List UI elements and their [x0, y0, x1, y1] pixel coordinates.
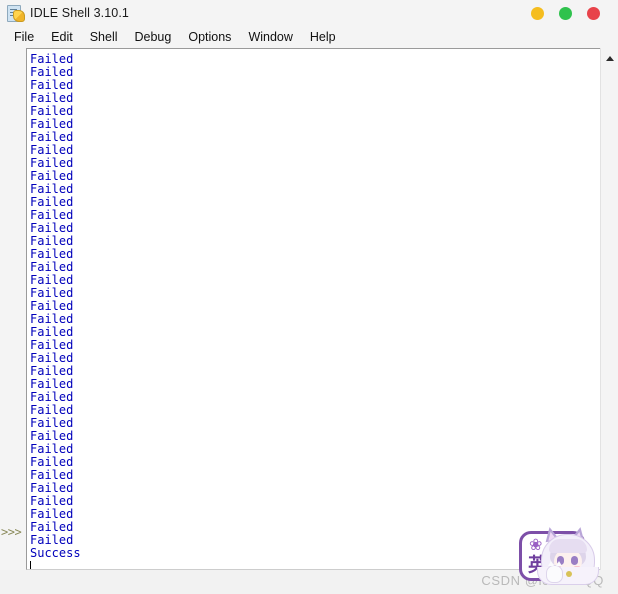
- title-bar: IDLE Shell 3.10.1: [0, 0, 618, 26]
- text-caret: [30, 561, 31, 569]
- shell-output-line: Success: [30, 546, 81, 560]
- icon-python-shape: [13, 10, 25, 22]
- shell-output-line: Failed: [30, 143, 74, 157]
- menu-item-window[interactable]: Window: [240, 28, 301, 46]
- shell-output: Failed Failed Failed Failed Failed Failed Fail…: [27, 49, 600, 560]
- shell-output-line: Failed: [30, 117, 74, 131]
- scroll-up-arrow-icon[interactable]: [601, 50, 618, 67]
- menu-bar: File Edit Shell Debug Options Window Hel…: [0, 26, 618, 48]
- avatar-bangs: [549, 539, 587, 553]
- window-title: IDLE Shell 3.10.1: [30, 6, 129, 20]
- shell-output-line: Failed: [30, 247, 74, 261]
- shell-output-line: Failed: [30, 390, 74, 404]
- shell-output-line: Failed: [30, 507, 74, 521]
- shell-output-line: Failed: [30, 78, 74, 92]
- shell-output-line: Failed: [30, 403, 74, 417]
- shell-output-line: Failed: [30, 468, 74, 482]
- shell-output-line: Failed: [30, 429, 74, 443]
- menu-item-debug[interactable]: Debug: [127, 28, 181, 46]
- shell-input-line[interactable]: [27, 560, 600, 569]
- shell-output-line: Failed: [30, 494, 74, 508]
- menu-item-shell[interactable]: Shell: [82, 28, 127, 46]
- shell-output-line: Failed: [30, 312, 74, 326]
- shell-output-line: Failed: [30, 52, 74, 66]
- shell-output-line: Failed: [30, 130, 74, 144]
- shell-output-line: Failed: [30, 104, 74, 118]
- shell-output-line: Failed: [30, 65, 74, 79]
- shell-output-line: Failed: [30, 416, 74, 430]
- shell-output-line: Failed: [30, 377, 74, 391]
- shell-output-line: Failed: [30, 156, 74, 170]
- shell-output-line: Failed: [30, 325, 74, 339]
- menu-item-edit[interactable]: Edit: [43, 28, 82, 46]
- minimize-button[interactable]: [531, 6, 544, 20]
- shell-output-line: Failed: [30, 520, 74, 534]
- shell-output-line: Failed: [30, 169, 74, 183]
- idle-shell-window: IDLE Shell 3.10.1 File Edit Shell Debug …: [0, 0, 618, 594]
- shell-output-line: Failed: [30, 260, 74, 274]
- chevron-up-icon: [605, 56, 614, 61]
- python-file-icon: [6, 4, 25, 22]
- close-button[interactable]: [587, 6, 600, 20]
- shell-text-area[interactable]: Failed Failed Failed Failed Failed Failed Fail…: [26, 48, 600, 570]
- avatar-eye-right: [571, 556, 578, 565]
- avatar-brooch: [566, 571, 572, 577]
- shell-output-line: Failed: [30, 338, 74, 352]
- shell-prompt: >>>: [1, 525, 22, 539]
- window-controls: [531, 0, 600, 26]
- shell-output-line: Failed: [30, 442, 74, 456]
- menu-item-options[interactable]: Options: [180, 28, 240, 46]
- shell-output-line: Failed: [30, 533, 74, 547]
- shell-output-line: Failed: [30, 234, 74, 248]
- avatar-cat-plush: [546, 561, 563, 583]
- shell-output-line: Failed: [30, 182, 74, 196]
- shell-output-line: Failed: [30, 195, 74, 209]
- shell-output-line: Failed: [30, 208, 74, 222]
- maximize-button[interactable]: [559, 6, 572, 20]
- shell-output-line: Failed: [30, 364, 74, 378]
- shell-output-line: Failed: [30, 286, 74, 300]
- scrollbar-track[interactable]: [601, 67, 618, 570]
- shell-output-line: Failed: [30, 221, 74, 235]
- shell-output-line: Failed: [30, 481, 74, 495]
- shell-output-line: Failed: [30, 351, 74, 365]
- shell-output-line: Failed: [30, 273, 74, 287]
- shell-output-line: Failed: [30, 455, 74, 469]
- menu-item-help[interactable]: Help: [302, 28, 345, 46]
- shell-output-line: Failed: [30, 91, 74, 105]
- prompt-gutter: >>>: [0, 48, 26, 570]
- shell-body: >>> Failed Failed Failed Failed Failed Failed…: [0, 48, 618, 570]
- avatar: [535, 525, 601, 585]
- ime-indicator-overlay[interactable]: ❀ 英 ，: [519, 525, 601, 585]
- menu-item-file[interactable]: File: [6, 28, 43, 46]
- vertical-scrollbar[interactable]: [600, 48, 618, 570]
- shell-output-line: Failed: [30, 299, 74, 313]
